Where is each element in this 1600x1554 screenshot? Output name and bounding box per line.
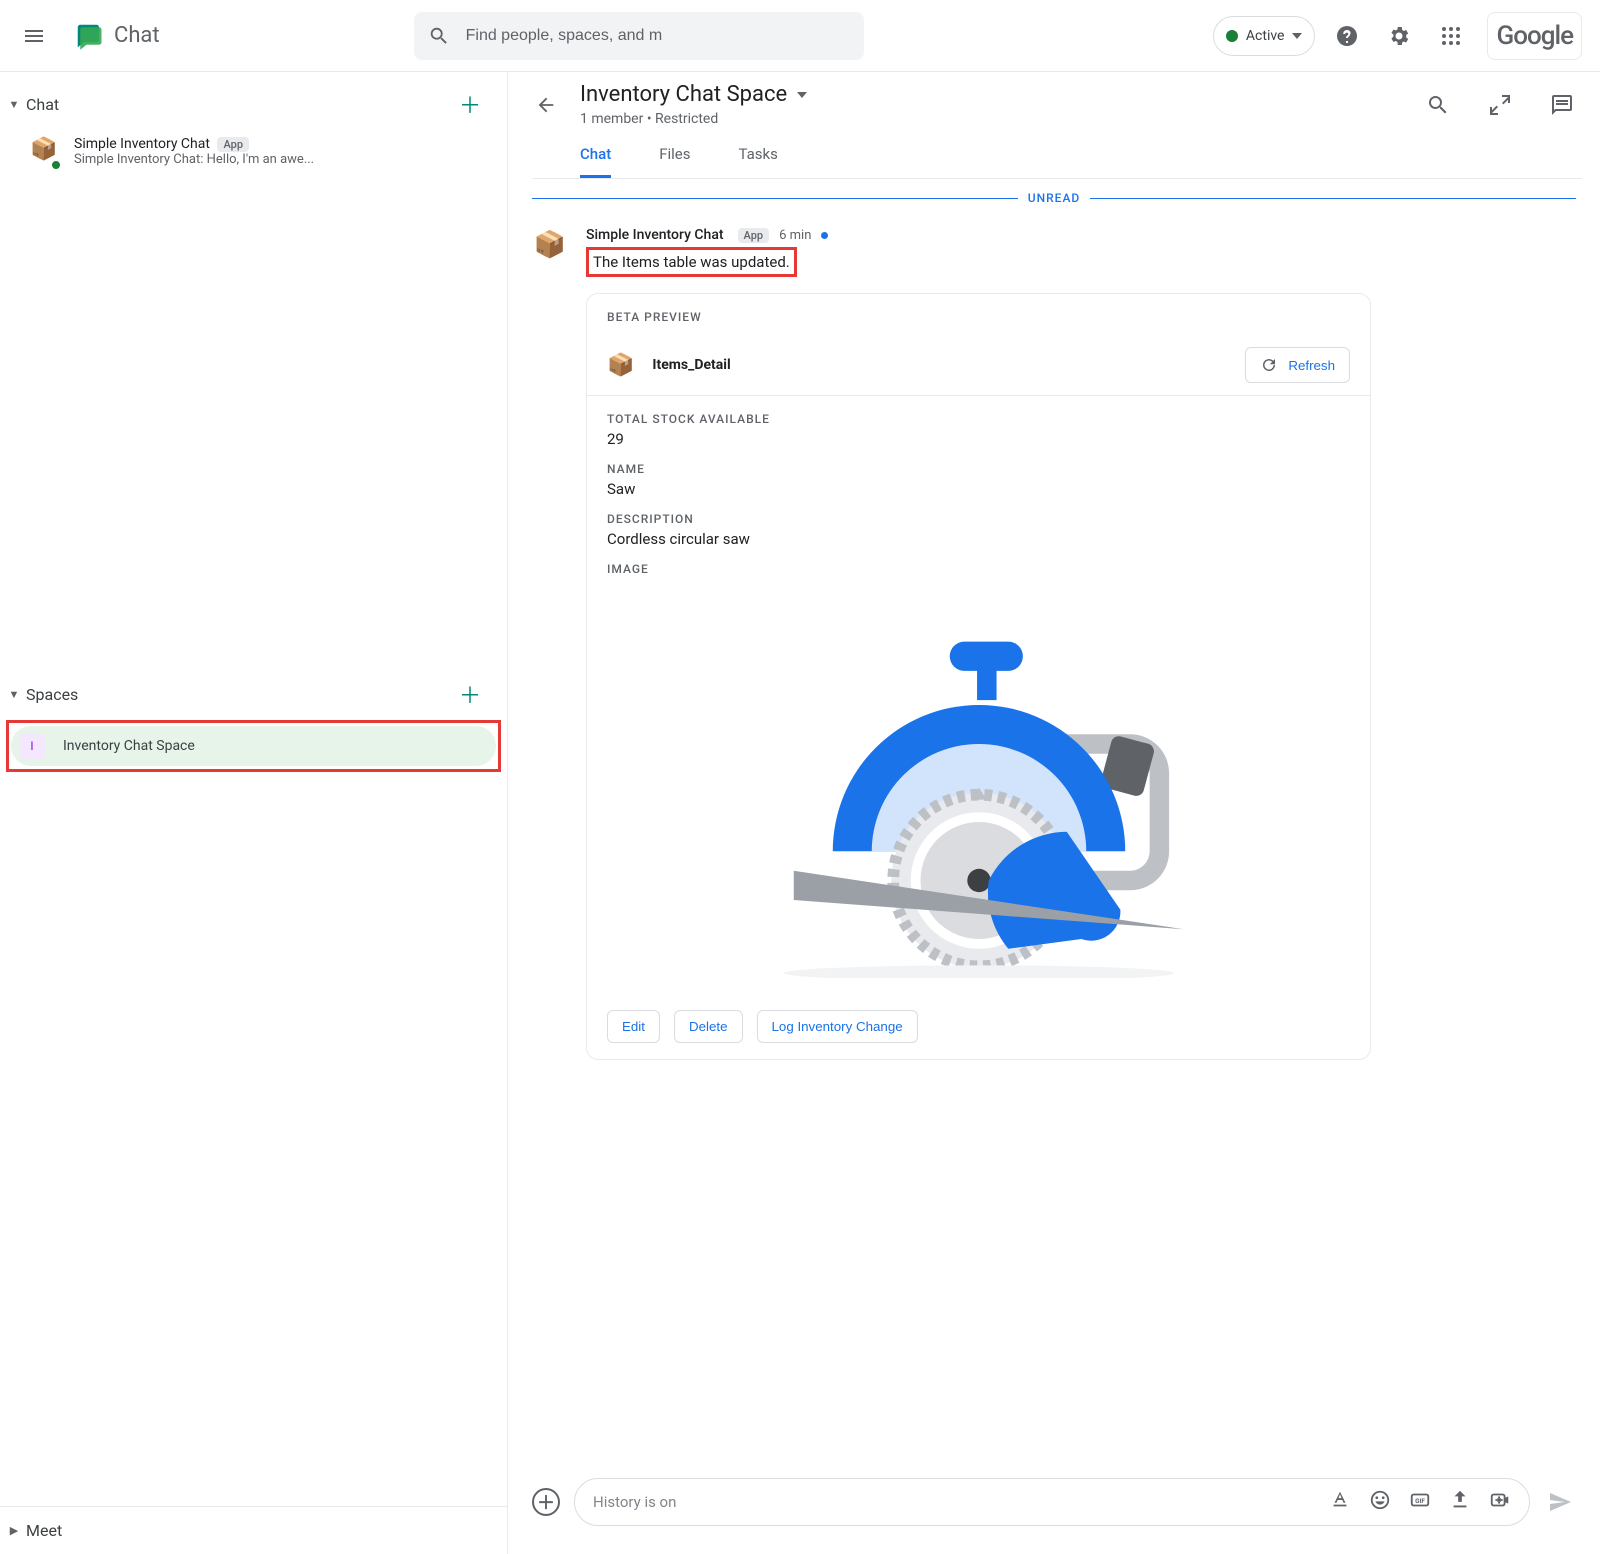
app-badge: App: [217, 137, 249, 152]
collapse-panel-button[interactable]: [1480, 85, 1520, 125]
chat-panel-button[interactable]: [1542, 85, 1582, 125]
composer-add-button[interactable]: ＋: [532, 1488, 560, 1516]
edit-button[interactable]: Edit: [607, 1010, 660, 1043]
send-button[interactable]: [1544, 1486, 1576, 1518]
app-card: BETA PREVIEW 📦 Items_Detail Refresh: [586, 293, 1371, 1060]
add-space-button[interactable]: ＋: [459, 678, 487, 710]
main-menu-button[interactable]: [10, 12, 58, 60]
sidebar: ▼ Chat ＋ 📦 Simple Inventory Chat App Sim…: [0, 72, 508, 1554]
sidebar-space-item[interactable]: I Inventory Chat Space: [11, 726, 496, 766]
refresh-icon: [1260, 356, 1278, 374]
card-view-name: Items_Detail: [652, 357, 730, 373]
field-value: Cordless circular saw: [607, 530, 1350, 548]
meet-section-title: Meet: [22, 1521, 487, 1540]
sidebar-chat-item[interactable]: 📦 Simple Inventory Chat App Simple Inven…: [0, 130, 507, 173]
apps-grid-button[interactable]: [1431, 16, 1471, 56]
presence-dot-icon: [1226, 30, 1238, 42]
app-badge: App: [738, 228, 770, 243]
tab-files[interactable]: Files: [659, 145, 690, 178]
refresh-label: Refresh: [1288, 358, 1335, 373]
space-avatar: I: [19, 733, 45, 759]
field-label: DESCRIPTION: [607, 512, 1350, 526]
field-value: Saw: [607, 480, 1350, 498]
search-icon: [428, 25, 450, 47]
help-button[interactable]: [1327, 16, 1367, 56]
chat-section-title: Chat: [22, 95, 459, 114]
back-button[interactable]: [532, 91, 560, 119]
card-beta-label: BETA PREVIEW: [587, 294, 1370, 334]
chat-item-name: Simple Inventory Chat: [74, 136, 210, 152]
emoji-button[interactable]: [1369, 1489, 1391, 1515]
log-change-button[interactable]: Log Inventory Change: [757, 1010, 918, 1043]
composer-input[interactable]: History is on GIF: [574, 1478, 1530, 1526]
box-icon: 📦: [534, 230, 566, 260]
message-time: 6 min: [779, 228, 811, 243]
presence-status[interactable]: Active: [1213, 16, 1316, 56]
google-account[interactable]: Google: [1487, 12, 1582, 60]
chevron-down-icon: [1292, 33, 1302, 39]
add-chat-button[interactable]: ＋: [459, 88, 487, 120]
spaces-section-title: Spaces: [22, 685, 459, 704]
chat-section-header[interactable]: ▼ Chat ＋: [0, 72, 507, 130]
format-button[interactable]: [1329, 1489, 1351, 1515]
app-name: Chat: [114, 23, 160, 48]
field-value: 29: [607, 430, 1350, 448]
field-label: IMAGE: [607, 562, 1350, 576]
gif-button[interactable]: GIF: [1409, 1489, 1431, 1515]
space-item-name: Inventory Chat Space: [63, 738, 195, 754]
refresh-button[interactable]: Refresh: [1245, 347, 1350, 383]
svg-text:GIF: GIF: [1415, 1497, 1425, 1505]
tab-chat[interactable]: Chat: [580, 145, 611, 178]
unread-dot-icon: [821, 232, 828, 239]
chat-brand[interactable]: Chat: [70, 21, 160, 51]
space-header[interactable]: Inventory Chat Space 1 member • Restrict…: [580, 82, 1398, 127]
chevron-down-icon: [797, 92, 807, 98]
box-icon: 📦: [30, 137, 57, 162]
collapse-icon: ▼: [6, 688, 22, 701]
presence-label: Active: [1246, 28, 1285, 44]
tab-tasks[interactable]: Tasks: [739, 145, 778, 178]
composer-placeholder: History is on: [593, 1493, 1329, 1511]
chat-avatar: 📦: [30, 139, 58, 167]
upload-button[interactable]: [1449, 1489, 1471, 1515]
space-search-button[interactable]: [1418, 85, 1458, 125]
search-box[interactable]: [414, 12, 864, 60]
field-label: NAME: [607, 462, 1350, 476]
message-sender: Simple Inventory Chat: [586, 227, 724, 243]
settings-button[interactable]: [1379, 16, 1419, 56]
chat-item-preview: Simple Inventory Chat: Hello, I'm an awe…: [74, 152, 454, 167]
message-avatar: 📦: [532, 227, 568, 263]
unread-divider-label: UNREAD: [1028, 191, 1081, 205]
collapse-icon: ▼: [6, 98, 22, 111]
video-meet-button[interactable]: [1489, 1489, 1511, 1515]
delete-button[interactable]: Delete: [674, 1010, 743, 1043]
expand-icon: ▶: [6, 1524, 22, 1537]
meet-section-header[interactable]: ▶ Meet: [0, 1507, 507, 1554]
box-icon: 📦: [607, 353, 634, 378]
message-text: The Items table was updated.: [593, 253, 790, 271]
google-logo-text: Google: [1496, 21, 1573, 51]
space-subtitle: 1 member • Restricted: [580, 111, 1398, 127]
search-input[interactable]: [466, 27, 850, 45]
field-label: TOTAL STOCK AVAILABLE: [607, 412, 1350, 426]
presence-dot-icon: [50, 159, 62, 171]
message-row: 📦 Simple Inventory Chat App 6 min The It…: [532, 221, 1576, 1066]
spaces-section-header[interactable]: ▼ Spaces ＋: [0, 662, 507, 720]
card-image: [607, 588, 1350, 978]
space-title: Inventory Chat Space: [580, 82, 787, 107]
chat-logo-icon: [74, 21, 104, 51]
